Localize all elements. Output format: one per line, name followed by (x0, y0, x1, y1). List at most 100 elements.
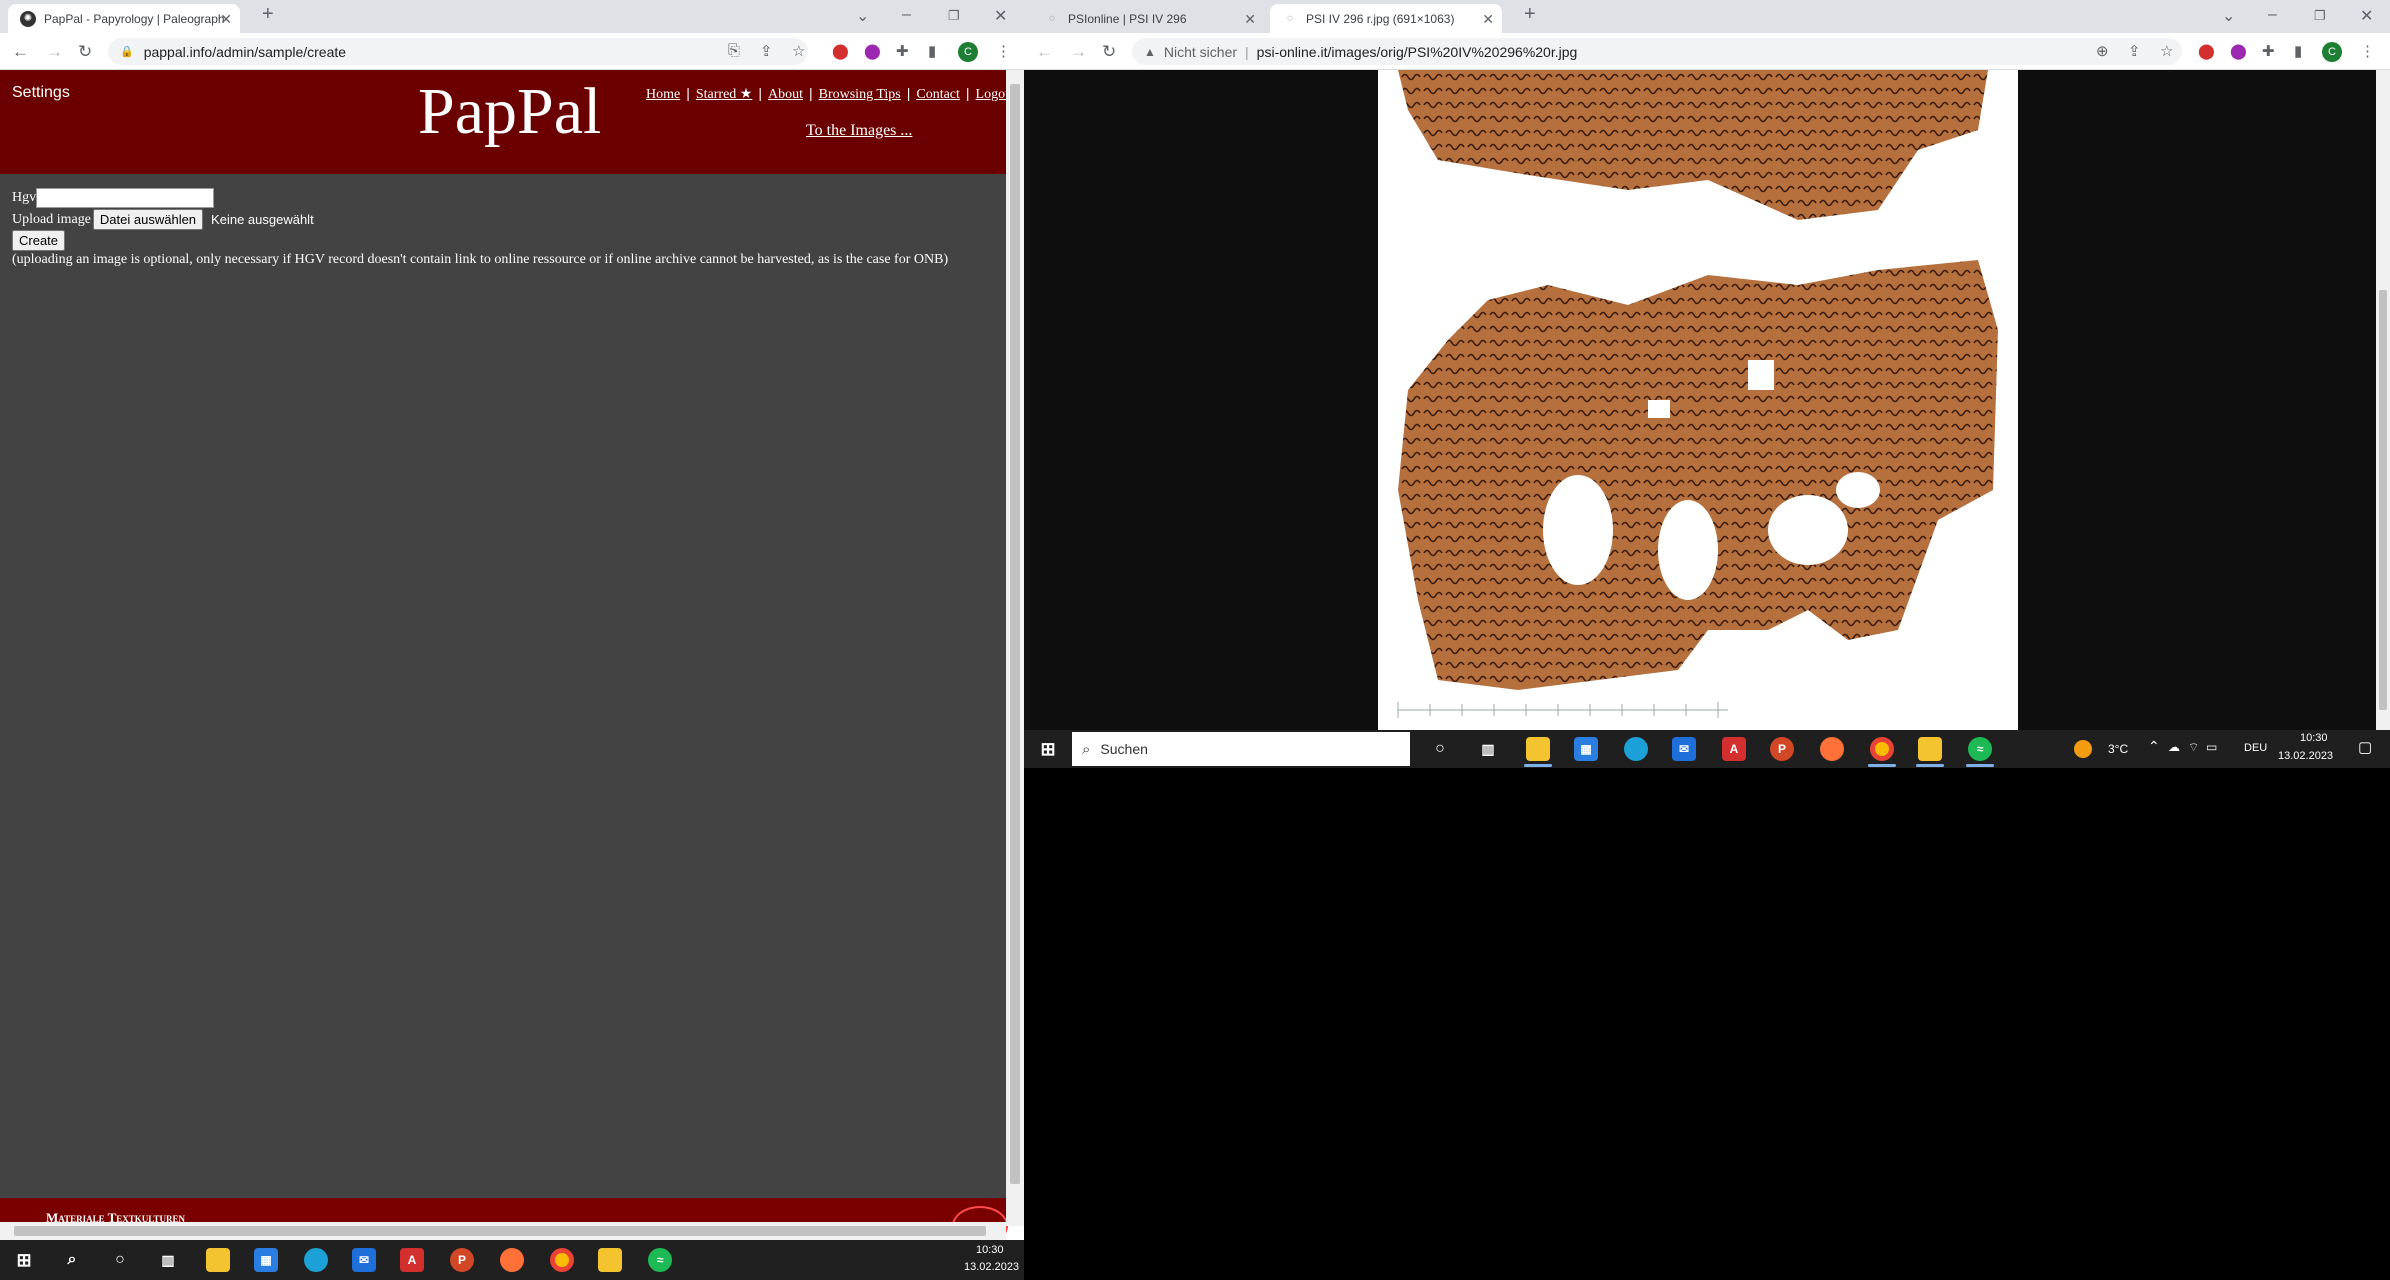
spotify-icon[interactable]: ≈ (648, 1248, 672, 1272)
taskbar-search-box[interactable]: ⌕ Suchen (1072, 732, 1410, 766)
settings-link[interactable]: Settings (12, 84, 70, 102)
task-view-icon[interactable]: ▥ (156, 1248, 180, 1272)
new-tab-icon[interactable]: + (1524, 3, 1536, 26)
close-tab-icon[interactable]: ✕ (220, 11, 232, 28)
menu-kebab-icon[interactable]: ⋮ (2360, 42, 2375, 60)
choose-file-button[interactable]: Datei auswählen (92, 209, 204, 230)
extension-purple-icon[interactable]: ⬤ (2230, 42, 2247, 60)
vertical-scrollbar[interactable] (1006, 70, 1024, 1226)
tray-network-icon[interactable]: ☁ (2168, 740, 2180, 754)
extension-purple-icon[interactable]: ⬤ (864, 42, 881, 60)
restore-icon[interactable]: ❐ (2314, 8, 2326, 24)
bookmark-star-icon[interactable]: ☆ (792, 42, 805, 60)
forward-icon[interactable]: → (1070, 42, 1087, 62)
share-icon[interactable]: ⇪ (760, 42, 773, 60)
close-window-icon[interactable]: ✕ (994, 6, 1007, 26)
chrome-icon[interactable] (550, 1248, 574, 1272)
minimize-icon[interactable]: – (2268, 6, 2277, 24)
files-app-icon[interactable] (598, 1248, 622, 1272)
back-icon[interactable]: ← (1036, 42, 1053, 62)
search-icon[interactable]: ⌕ (60, 1248, 84, 1272)
cortana-icon[interactable]: ○ (1428, 737, 1452, 761)
store-icon[interactable]: ▦ (254, 1248, 278, 1272)
address-bar[interactable]: 🔒 pappal.info/admin/sample/create (108, 38, 808, 65)
tab-pappal[interactable]: ✺ PapPal - Papyrology | Paleograph ✕ (8, 4, 240, 33)
nav-home[interactable]: Home (646, 87, 680, 102)
firefox-icon[interactable] (1820, 737, 1844, 761)
side-panel-icon[interactable]: ▮ (2294, 42, 2302, 60)
tab-search-icon[interactable]: ⌄ (856, 6, 869, 26)
close-tab-icon[interactable]: ✕ (1244, 11, 1256, 28)
zoom-icon[interactable]: ⊕ (2096, 42, 2109, 60)
file-explorer-icon[interactable] (1526, 737, 1550, 761)
right-vertical-scrollbar[interactable] (2376, 70, 2390, 730)
spotify-icon[interactable]: ≈ (1968, 737, 1992, 761)
pappal-logo[interactable]: PapPal (418, 74, 601, 150)
chrome-icon[interactable] (1870, 737, 1894, 761)
image-favicon-icon: ◌ (1287, 13, 1293, 24)
extensions-puzzle-icon[interactable]: ✚ (896, 42, 909, 60)
weather-temp[interactable]: 3°C (2108, 742, 2128, 756)
tray-wifi-icon[interactable]: ⌔ (2188, 740, 2199, 755)
tab-psionline[interactable]: ◌ PSIonline | PSI IV 296 ✕ (1032, 4, 1264, 33)
powerpoint-icon[interactable]: P (450, 1248, 474, 1272)
notification-icon[interactable]: ▢ (2358, 738, 2372, 756)
bookmark-star-icon[interactable]: ☆ (2160, 42, 2173, 60)
extensions-puzzle-icon[interactable]: ✚ (2262, 42, 2275, 60)
start-windows-icon[interactable]: ⊞ (12, 1248, 36, 1272)
language-indicator[interactable]: DEU (2244, 742, 2267, 754)
translate-icon[interactable]: ⎘ (728, 42, 740, 59)
hgv-input[interactable] (36, 188, 215, 208)
powerpoint-icon[interactable]: P (1770, 737, 1794, 761)
menu-kebab-icon[interactable]: ⋮ (996, 42, 1011, 60)
weather-sun-icon[interactable] (2074, 740, 2092, 758)
nav-contact[interactable]: Contact (916, 87, 960, 102)
extension-red-icon[interactable]: ⬤ (832, 42, 849, 60)
tab-psi-image[interactable]: ◌ PSI IV 296 r.jpg (691×1063) ✕ (1270, 4, 1502, 33)
clock-date[interactable]: 13.02.2023 (2278, 750, 2333, 762)
tab-search-icon[interactable]: ⌄ (2222, 6, 2235, 26)
horizontal-scrollbar[interactable] (0, 1222, 1006, 1240)
close-window-icon[interactable]: ✕ (2360, 6, 2373, 26)
tray-volume-icon[interactable]: ▭ (2206, 740, 2217, 754)
cortana-icon[interactable]: ○ (108, 1248, 132, 1272)
edge-icon[interactable] (1624, 737, 1648, 761)
firefox-icon[interactable] (500, 1248, 524, 1272)
side-panel-icon[interactable]: ▮ (928, 42, 936, 60)
security-label[interactable]: Nicht sicher (1164, 44, 1237, 60)
acrobat-icon[interactable]: A (400, 1248, 424, 1272)
store-icon[interactable]: ▦ (1574, 737, 1598, 761)
back-icon[interactable]: ← (12, 42, 29, 62)
edge-icon[interactable] (304, 1248, 328, 1272)
restore-icon[interactable]: ❐ (948, 8, 960, 24)
to-images-link[interactable]: To the Images ... (806, 122, 912, 140)
files-app-icon[interactable] (1918, 737, 1942, 761)
nav-about[interactable]: About (768, 87, 803, 102)
forward-icon[interactable]: → (46, 42, 63, 62)
address-bar[interactable]: ▲ Nicht sicher | psi-online.it/images/or… (1132, 38, 2182, 65)
close-tab-icon[interactable]: ✕ (1482, 11, 1494, 28)
reload-icon[interactable]: ↻ (1102, 42, 1116, 62)
mail-icon[interactable]: ✉ (352, 1248, 376, 1272)
scrollbar-thumb[interactable] (2379, 290, 2387, 710)
papyrus-image[interactable] (1378, 70, 2018, 730)
extension-red-icon[interactable]: ⬤ (2198, 42, 2215, 60)
nav-browsing-tips[interactable]: Browsing Tips (819, 87, 901, 102)
new-tab-icon[interactable]: + (262, 3, 274, 26)
share-icon[interactable]: ⇪ (2128, 42, 2141, 60)
file-explorer-icon[interactable] (206, 1248, 230, 1272)
tray-chevron-icon[interactable]: ⌃ (2148, 738, 2160, 755)
task-view-icon[interactable]: ▥ (1476, 737, 1500, 761)
clock-time[interactable]: 10:30 (2300, 732, 2328, 744)
start-windows-icon[interactable]: ⊞ (1036, 737, 1060, 761)
hscroll-thumb[interactable] (14, 1226, 986, 1236)
reload-icon[interactable]: ↻ (78, 42, 92, 62)
nav-starred[interactable]: Starred ★ (696, 87, 752, 102)
profile-avatar[interactable]: C (2322, 42, 2342, 62)
mail-icon[interactable]: ✉ (1672, 737, 1696, 761)
profile-avatar[interactable]: C (958, 42, 978, 62)
scrollbar-thumb[interactable] (1010, 84, 1020, 1184)
create-button[interactable]: Create (12, 230, 66, 251)
minimize-icon[interactable]: – (902, 6, 911, 24)
acrobat-icon[interactable]: A (1722, 737, 1746, 761)
